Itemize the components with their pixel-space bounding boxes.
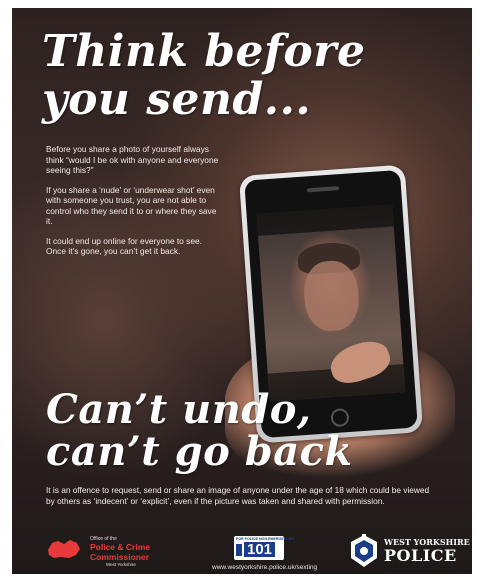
website-url: www.westyorkshire.police.uk/sexting [212,564,318,571]
pcc-name-line-1: Police & Crime [90,542,150,552]
legal-notice: It is an offence to request, send or sha… [46,485,430,506]
photo-face [302,259,361,333]
headline-line-2: you send... [42,74,312,125]
intro-paragraph: If you share a ‘nude’ or ‘underwear shot… [46,184,217,227]
wyp-logo: WEST YORKSHIRE POLICE [348,532,470,568]
police-crest-icon [351,534,377,567]
screen-band-top [256,204,394,236]
slogan-line-1: Can’t undo, [46,386,312,433]
west-yorkshire-map-icon [48,540,80,558]
pcc-name: Police & Crime Commissioner [90,542,150,562]
intro-text: Before you share a photo of yourself alw… [46,144,224,266]
logo-strip: Office of the Police & Crime Commissione… [12,530,472,574]
pcc-region: West Yorkshire [106,562,136,567]
wyp-line-2: POLICE [384,546,457,565]
phone-speaker [306,186,340,193]
badge-101-number: 101 [244,542,276,557]
slogan-line-2: can’t go back [46,428,353,475]
pcc-name-line-2: Commissioner [90,551,150,562]
badge-flag-icon [236,544,242,556]
non-emergency-101-badge: FOR POLICE NON-EMERGENCIES 101 [234,536,295,560]
phone-home-button [330,408,350,428]
poster: Think before you send... Before you shar… [12,8,472,574]
intro-paragraph: Before you share a photo of yourself alw… [46,144,219,175]
pcc-logo: Office of the Police & Crime Commissione… [46,534,166,567]
headline-line-1: Think before [42,26,366,77]
intro-paragraph: It could end up online for everyone to s… [46,235,202,257]
